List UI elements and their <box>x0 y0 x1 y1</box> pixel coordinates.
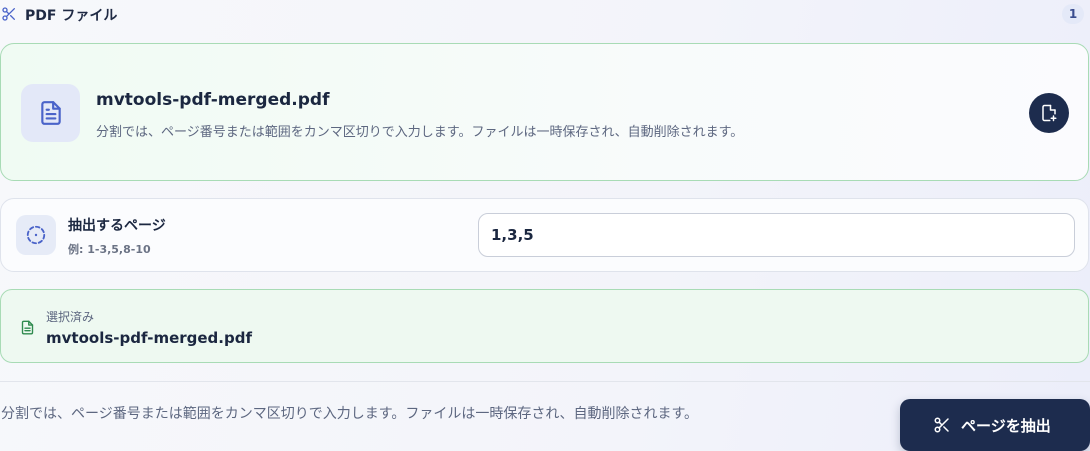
pages-icon-tile <box>16 215 56 255</box>
selected-file-card: 選択済み mvtools-pdf-merged.pdf <box>0 289 1089 363</box>
selected-file-name: mvtools-pdf-merged.pdf <box>46 329 252 347</box>
footer-divider <box>0 381 1090 382</box>
scissors-icon <box>2 7 15 21</box>
scissors-icon <box>934 417 949 433</box>
dashed-circle-icon <box>26 225 46 245</box>
file-icon-tile <box>21 84 80 142</box>
file-description: 分割では、ページ番号または範囲をカンマ区切りで入力します。ファイルは一時保存され… <box>96 125 744 140</box>
extract-button-label: ページを抽出 <box>961 416 1051 435</box>
section-header: PDF ファイル 1 <box>0 0 1090 30</box>
pages-input[interactable] <box>478 213 1075 257</box>
file-name: mvtools-pdf-merged.pdf <box>96 90 330 110</box>
selected-label: 選択済み <box>46 310 95 324</box>
file-text-icon <box>40 101 61 125</box>
page-selection-card: 抽出するページ 例: 1-3,5,8-10 <box>0 198 1089 272</box>
section-title: PDF ファイル <box>25 8 118 24</box>
extract-pages-button[interactable]: ページを抽出 <box>900 399 1090 451</box>
file-replace-icon <box>1042 104 1057 122</box>
replace-file-button[interactable] <box>1029 93 1069 133</box>
pages-hint: 例: 1-3,5,8-10 <box>68 243 151 256</box>
file-count-badge: 1 <box>1062 4 1084 24</box>
footer-note: 分割では、ページ番号または範囲をカンマ区切りで入力します。ファイルは一時保存され… <box>1 406 699 422</box>
file-text-icon <box>21 320 34 335</box>
pages-label: 抽出するページ <box>68 218 166 234</box>
uploaded-file-card: mvtools-pdf-merged.pdf 分割では、ページ番号または範囲をカ… <box>0 43 1089 181</box>
